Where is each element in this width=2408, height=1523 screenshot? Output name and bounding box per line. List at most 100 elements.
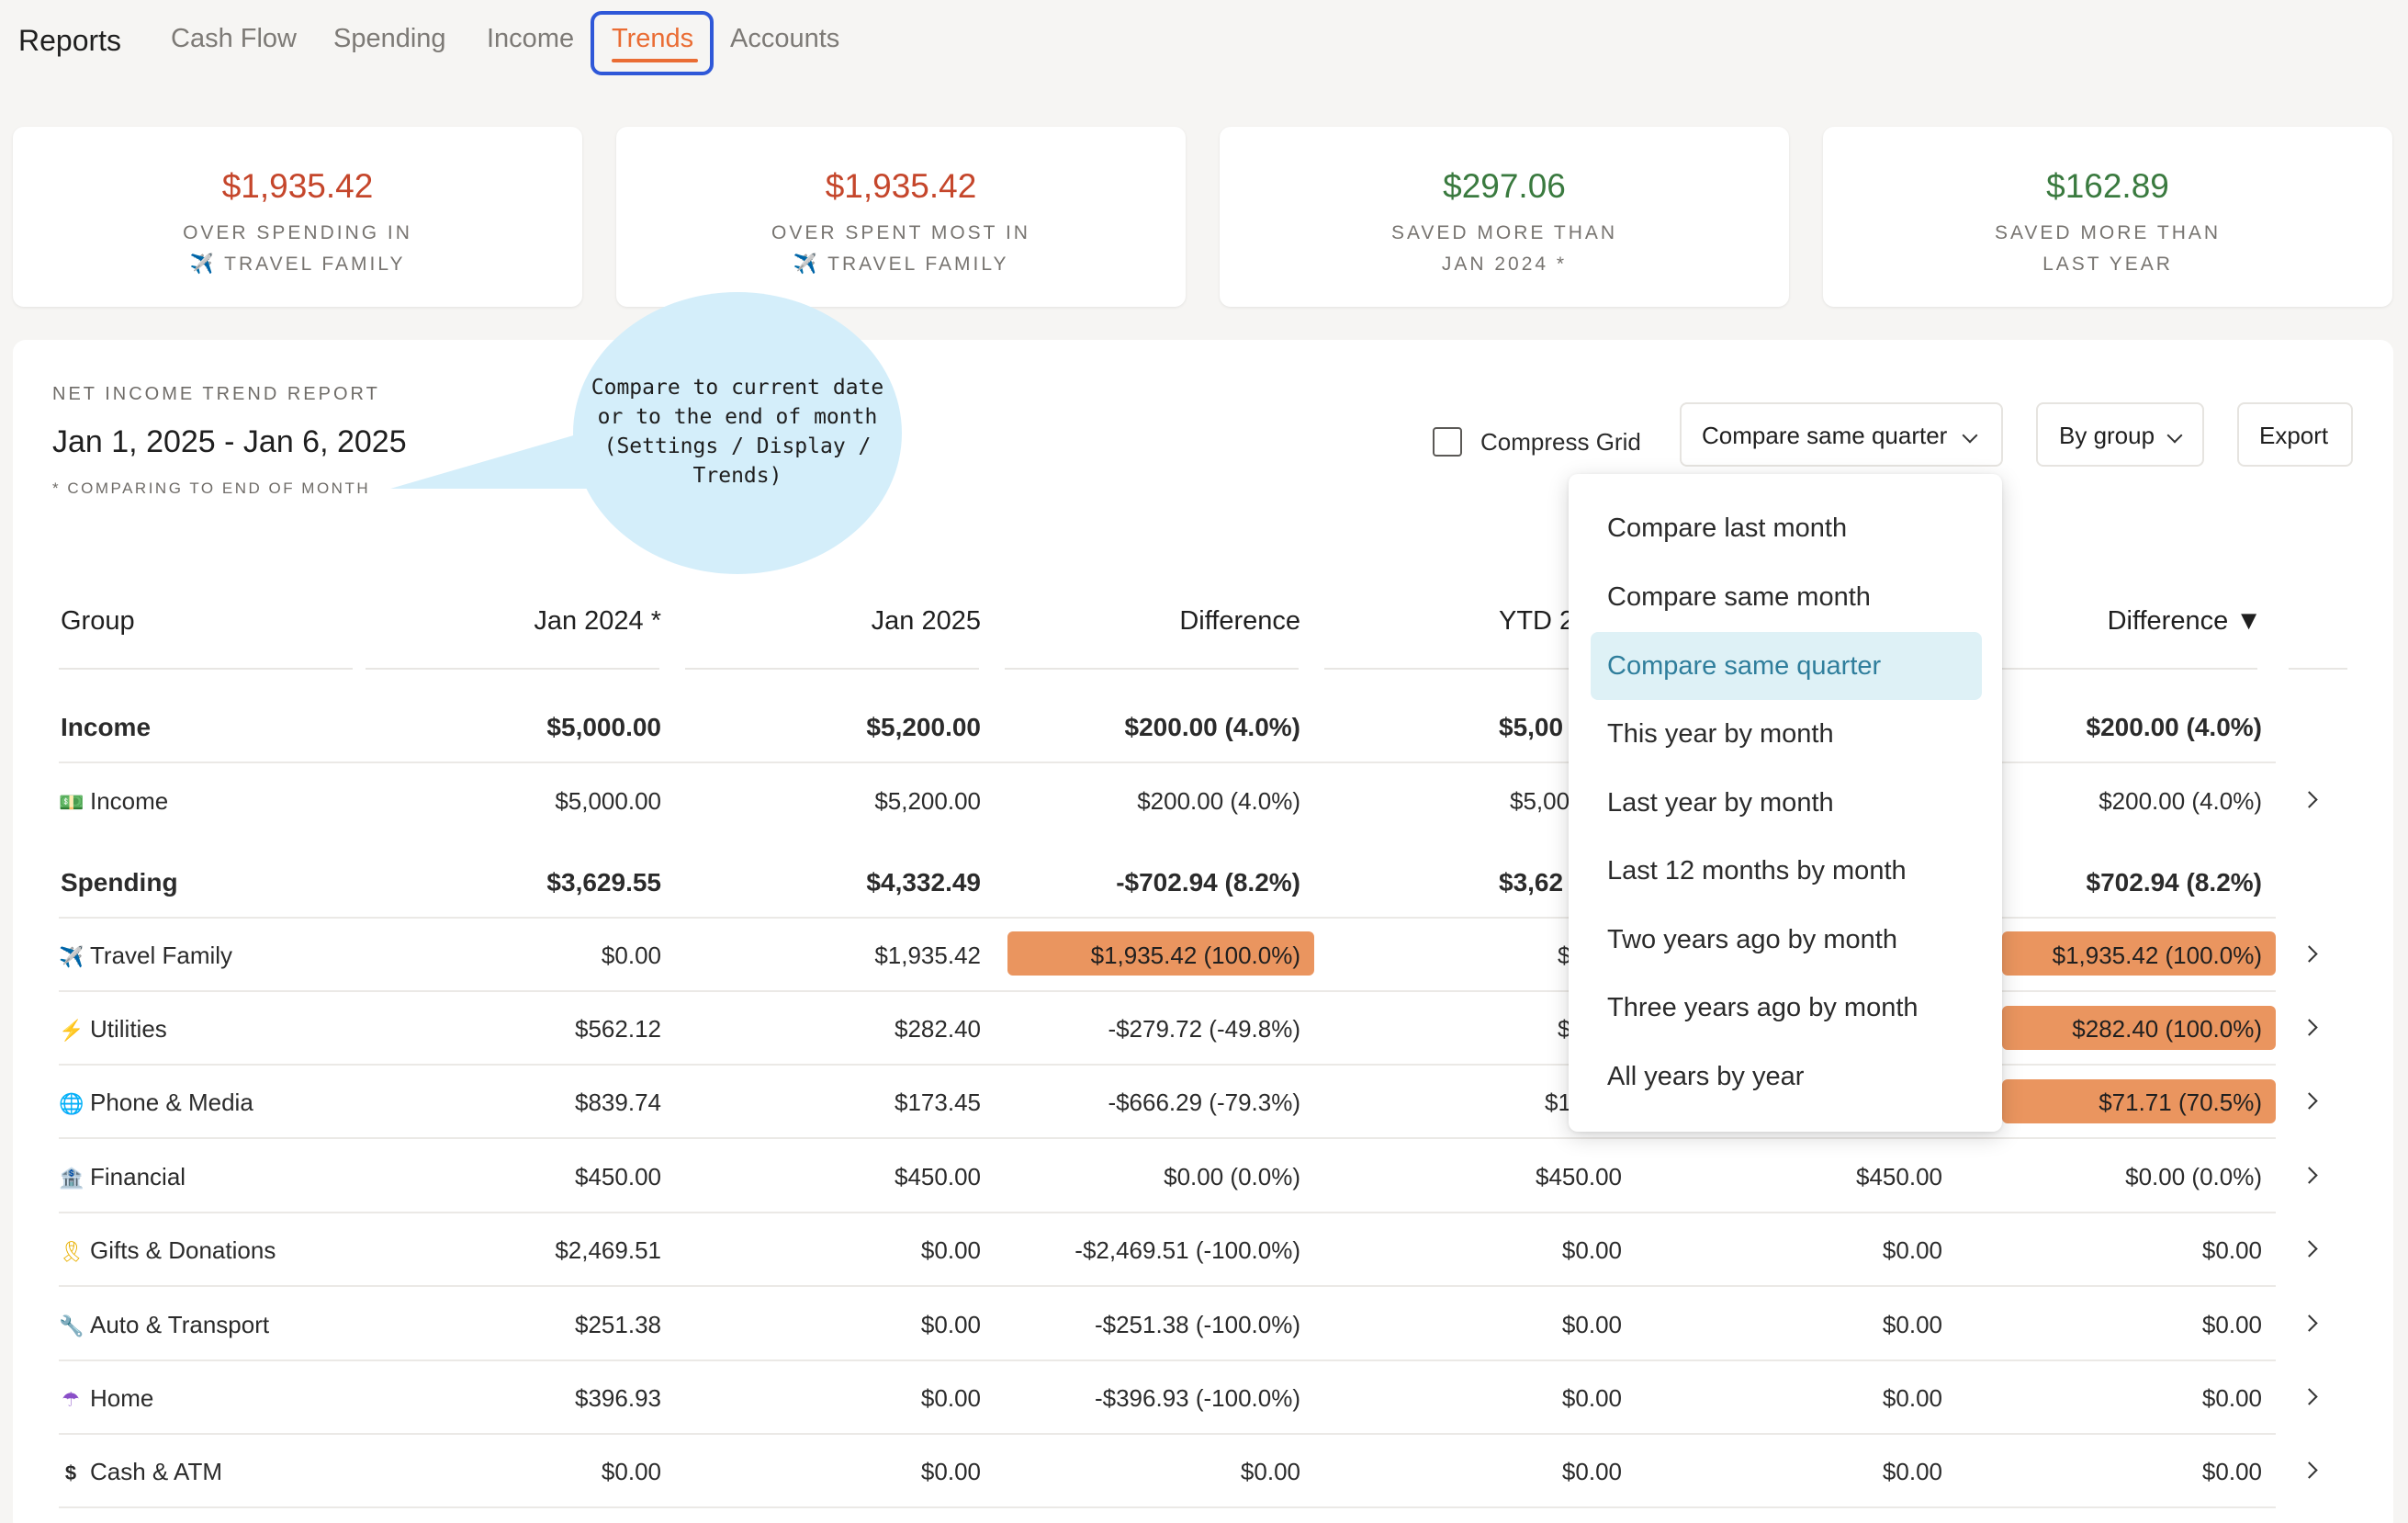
menu-item-compare-same-quarter[interactable]: Compare same quarter (1591, 632, 1982, 700)
export-label: Export (2259, 422, 2329, 449)
table-row-cash-atm[interactable]: $ Cash & ATM (59, 1458, 222, 1486)
compare-mode-label: Compare same quarter (1702, 422, 1948, 449)
row-label: Income (90, 787, 169, 815)
table-row-gifts-donations[interactable]: 🎗 Gifts & Donations (59, 1236, 276, 1265)
card-amount: $1,935.42 (221, 167, 374, 205)
callout-text: Compare to current date or to the end of… (573, 373, 902, 491)
cell-value: -$2,469.51 (-100.0%) (1075, 1236, 1300, 1264)
row-label: Gifts & Donations (90, 1236, 276, 1264)
column-header-jan-2024[interactable]: Jan 2024 * (386, 606, 661, 637)
table-row-travel-family[interactable]: ✈️ Travel Family (59, 942, 232, 970)
menu-item-this-year-by-month[interactable]: This year by month (1591, 700, 1982, 768)
group-name: Spending (61, 868, 178, 897)
header-divider (685, 668, 979, 670)
cell-value: $450.00 (1536, 1163, 1622, 1190)
cell-value: $702.94 (8.2%) (2086, 868, 2262, 897)
cell-value: $0.00 (1882, 1311, 1942, 1338)
row-divider (59, 1359, 2276, 1361)
cell-value: -$251.38 (-100.0%) (1094, 1311, 1300, 1338)
tab-spending[interactable]: Spending (333, 24, 446, 54)
tab-accounts[interactable]: Accounts (730, 24, 839, 54)
cell-value: $0.00 (1240, 1458, 1300, 1485)
column-header-difference[interactable]: Difference (1025, 606, 1300, 637)
menu-item-label: Last year by month (1607, 788, 1834, 818)
column-header-ytd-difference[interactable]: Difference ▼ (1986, 606, 2262, 637)
tab-trends[interactable]: Trends (612, 24, 693, 54)
tab-income[interactable]: Income (487, 24, 574, 54)
card-amount: $297.06 (1443, 167, 1566, 205)
cell-value: $0.00 (0.0%) (2125, 1163, 2262, 1190)
report-type-label: NET INCOME TREND REPORT (52, 384, 380, 404)
menu-item-two-years-ago[interactable]: Two years ago by month (1591, 906, 1982, 974)
row-label: Utilities (90, 1015, 167, 1043)
cell-value: $5,00 (1510, 787, 1570, 815)
cell-value: $0.00 (920, 1458, 981, 1485)
table-row-auto-transport[interactable]: 🔧 Auto & Transport (59, 1311, 269, 1339)
report-footnote: * COMPARING TO END OF MONTH (52, 479, 371, 497)
cell-value: $3,629.55 (546, 868, 661, 897)
cell-value: $4,332.49 (866, 868, 981, 897)
cell-value: $2,469.51 (555, 1236, 661, 1264)
grouping-dropdown[interactable]: By group (2036, 402, 2204, 467)
menu-item-label: Compare same month (1607, 582, 1871, 612)
cell-value: $0.00 (1561, 1311, 1622, 1338)
card-category: ✈️ TRAVEL FAMILY (189, 254, 406, 275)
report-date-range: Jan 1, 2025 - Jan 6, 2025 (52, 424, 407, 459)
cell-value: $450.00 (895, 1163, 981, 1190)
menu-item-all-years-by-year[interactable]: All years by year (1591, 1043, 1982, 1111)
cell-value: -$279.72 (-49.8%) (1108, 1015, 1300, 1043)
row-label: Home (90, 1384, 154, 1412)
column-header-group[interactable]: Group (61, 606, 135, 637)
menu-item-compare-last-month[interactable]: Compare last month (1591, 494, 1982, 562)
chevron-down-icon (2166, 427, 2183, 444)
menu-item-last-year-by-month[interactable]: Last year by month (1591, 769, 1982, 837)
cell-value: $5,200.00 (866, 713, 981, 741)
cell-value: $0.00 (2201, 1384, 2262, 1412)
card-category: ✈️ TRAVEL FAMILY (793, 254, 1009, 275)
compress-grid-checkbox[interactable] (1433, 427, 1462, 457)
summary-card-saved-vs-period: $297.06 SAVED MORE THAN JAN 2024 * (1220, 127, 1789, 307)
column-header-ytd[interactable]: YTD 2 (1499, 606, 1574, 637)
grouping-label: By group (2059, 422, 2155, 449)
cell-value: $0.00 (1561, 1236, 1622, 1264)
cell-value: $251.38 (575, 1311, 661, 1338)
row-label: Auto & Transport (90, 1311, 270, 1338)
cell-value: $173.45 (895, 1089, 981, 1116)
table-row-income[interactable]: 💵 Income (59, 787, 168, 816)
wrench-icon: 🔧 (59, 1314, 84, 1337)
menu-item-three-years-ago[interactable]: Three years ago by month (1591, 974, 1982, 1042)
cell-value: $839.74 (575, 1089, 661, 1116)
summary-card-over-spent-most: $1,935.42 OVER SPENT MOST IN ✈️ TRAVEL F… (616, 127, 1186, 307)
cell-value: $0.00 (920, 1236, 981, 1264)
cell-value: $396.93 (575, 1384, 661, 1412)
cell-value: $0.00 (601, 1458, 661, 1485)
menu-item-label: Last 12 months by month (1607, 856, 1907, 886)
cell-value: $200.00 (4.0%) (1124, 713, 1300, 741)
card-period: LAST YEAR (2042, 254, 2173, 275)
table-row-utilities[interactable]: ⚡ Utilities (59, 1015, 167, 1044)
menu-item-label: Compare same quarter (1607, 651, 1882, 681)
menu-item-compare-same-month[interactable]: Compare same month (1591, 563, 1982, 631)
compress-grid-label[interactable]: Compress Grid (1480, 428, 1641, 457)
cell-value: $0.00 (920, 1384, 981, 1412)
column-header-jan-2025[interactable]: Jan 2025 (705, 606, 981, 637)
table-row-financial[interactable]: 🏦 Financial (59, 1163, 186, 1191)
cell-value: $5,000.00 (546, 713, 661, 741)
cell-value: $1,935.42 (874, 942, 981, 969)
cell-value: $0.00 (1882, 1384, 1942, 1412)
summary-card-over-spending: $1,935.42 OVER SPENDING IN ✈️ TRAVEL FAM… (13, 127, 582, 307)
group-name: Income (61, 713, 152, 741)
money-icon: 💵 (59, 791, 84, 814)
menu-item-last-12-months[interactable]: Last 12 months by month (1591, 837, 1982, 905)
cell-value: -$396.93 (-100.0%) (1094, 1384, 1300, 1412)
cell-value: $5,200.00 (874, 787, 981, 815)
row-divider (59, 1506, 2276, 1508)
cell-value: $1,935.42 (100.0%) (1090, 942, 1300, 969)
table-row-home[interactable]: ☂ Home (59, 1384, 153, 1413)
compare-mode-dropdown[interactable]: Compare same quarter (1680, 402, 2003, 467)
active-tab-indicator (612, 59, 698, 62)
row-label: Phone & Media (90, 1089, 253, 1116)
table-row-phone-media[interactable]: 🌐 Phone & Media (59, 1089, 253, 1117)
tab-cash-flow[interactable]: Cash Flow (171, 24, 297, 54)
export-button[interactable]: Export (2237, 402, 2353, 467)
